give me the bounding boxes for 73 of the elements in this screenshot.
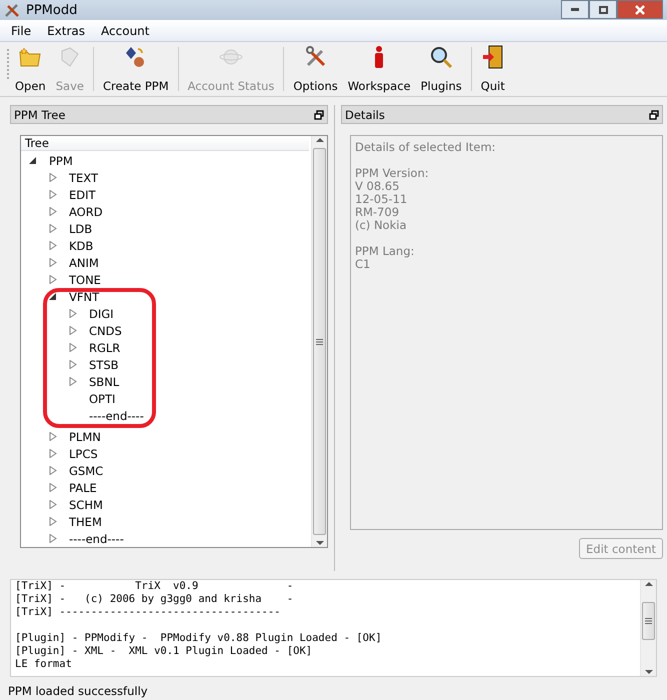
grip-icon [645, 618, 652, 624]
search-icon [429, 45, 454, 69]
expand-arrow-icon[interactable] [49, 258, 57, 267]
toolbar-button[interactable]: Options [288, 45, 343, 93]
scrollbar[interactable] [311, 136, 327, 547]
log-line: [TriX] - TriX v0.9 - [15, 580, 294, 593]
menu-item[interactable]: Account [94, 24, 156, 38]
menu-item[interactable]: Extras [40, 24, 92, 38]
expand-arrow-icon[interactable] [49, 500, 57, 509]
log-line: LE format [15, 658, 73, 671]
expand-arrow-icon[interactable] [69, 326, 77, 335]
scroll-up-icon[interactable] [644, 580, 652, 588]
details-text: PPM Version: [355, 167, 430, 180]
scroll-thumb[interactable] [642, 602, 655, 640]
status-text: PPM loaded successfully [7, 683, 149, 700]
log-line: [Plugin] - XML - XML v0.1 Plugin Loaded - [OK] [15, 645, 314, 658]
expand-arrow-icon[interactable] [49, 224, 57, 233]
toolbar-button[interactable]: Plugins [416, 45, 467, 93]
scroll-up-icon[interactable] [316, 136, 324, 144]
expand-arrow-icon[interactable] [49, 517, 57, 526]
tree-view: Tree PPM TEXT EDIT AORD LDB KDB ANIM TONE VFNT DIGI CNDS RGLR STSB SBNL OPTI ----end---- PLMN LPCS GSMC PALE SCHM THEM ----end---- [20, 135, 328, 548]
details-text: 12-05-11 [355, 193, 408, 206]
expand-arrow-icon[interactable] [49, 275, 57, 284]
column-header[interactable]: Tree [21, 136, 309, 151]
minimize-button[interactable] [561, 0, 589, 19]
expand-arrow-icon[interactable] [49, 449, 57, 458]
panel-title: Details [345, 108, 385, 122]
window-title: PPModd [26, 2, 78, 18]
minimize-icon [571, 8, 579, 11]
toolbar-button[interactable]: Workspace [342, 45, 416, 93]
details-text: Details of selected Item: [355, 141, 497, 154]
menu-item[interactable]: File [4, 24, 38, 38]
scrollbar[interactable] [640, 580, 656, 676]
grip-icon [316, 338, 323, 344]
toolbar-button[interactable]: Open [10, 45, 51, 93]
maximize-button[interactable] [589, 0, 617, 19]
expand-arrow-icon[interactable] [49, 207, 57, 216]
maximize-icon [598, 6, 608, 14]
expand-arrow-icon[interactable] [49, 190, 57, 199]
restore-icon[interactable] [314, 110, 324, 120]
details-text: (c) Nokia [355, 219, 408, 232]
log-line: [Plugin] - PPModify - PPModify v0.88 Plugin Loaded - [OK] [15, 632, 383, 645]
restore-icon[interactable] [649, 110, 659, 120]
close-icon [635, 4, 645, 14]
log-line: [TriX] - (c) 2006 by g3gg0 and krisha - [15, 593, 294, 606]
scroll-down-icon[interactable] [316, 539, 324, 547]
details-text: C1 [355, 258, 372, 271]
toolbar-button[interactable]: Create PPM [98, 45, 174, 93]
details-text: PPM Lang: [355, 245, 416, 258]
log-line: [TriX] ----------------------------------- [15, 606, 282, 619]
scroll-thumb[interactable] [313, 148, 326, 535]
expand-arrow-icon[interactable] [49, 483, 57, 492]
scroll-down-icon[interactable] [644, 668, 652, 676]
collapse-arrow-icon[interactable] [49, 292, 57, 301]
panel-title: PPM Tree [14, 108, 66, 122]
expand-arrow-icon[interactable] [69, 360, 77, 369]
expand-arrow-icon[interactable] [49, 241, 57, 250]
close-button[interactable] [617, 0, 663, 19]
exit-door-icon [480, 45, 505, 69]
expand-arrow-icon[interactable] [69, 377, 77, 386]
folder-icon [18, 45, 42, 69]
collapse-arrow-icon[interactable] [29, 156, 37, 165]
expand-arrow-icon[interactable] [69, 309, 77, 318]
expand-arrow-icon[interactable] [49, 173, 57, 182]
details-text: V 08.65 [355, 180, 400, 193]
expand-arrow-icon[interactable] [49, 432, 57, 441]
expand-arrow-icon[interactable] [69, 343, 77, 352]
toolbar-button[interactable]: Quit [476, 45, 510, 93]
expand-arrow-icon[interactable] [49, 466, 57, 475]
details-text: RM-709 [355, 206, 400, 219]
tools-icon [4, 2, 20, 18]
tools-icon [304, 45, 328, 69]
expand-arrow-icon[interactable] [49, 534, 57, 543]
